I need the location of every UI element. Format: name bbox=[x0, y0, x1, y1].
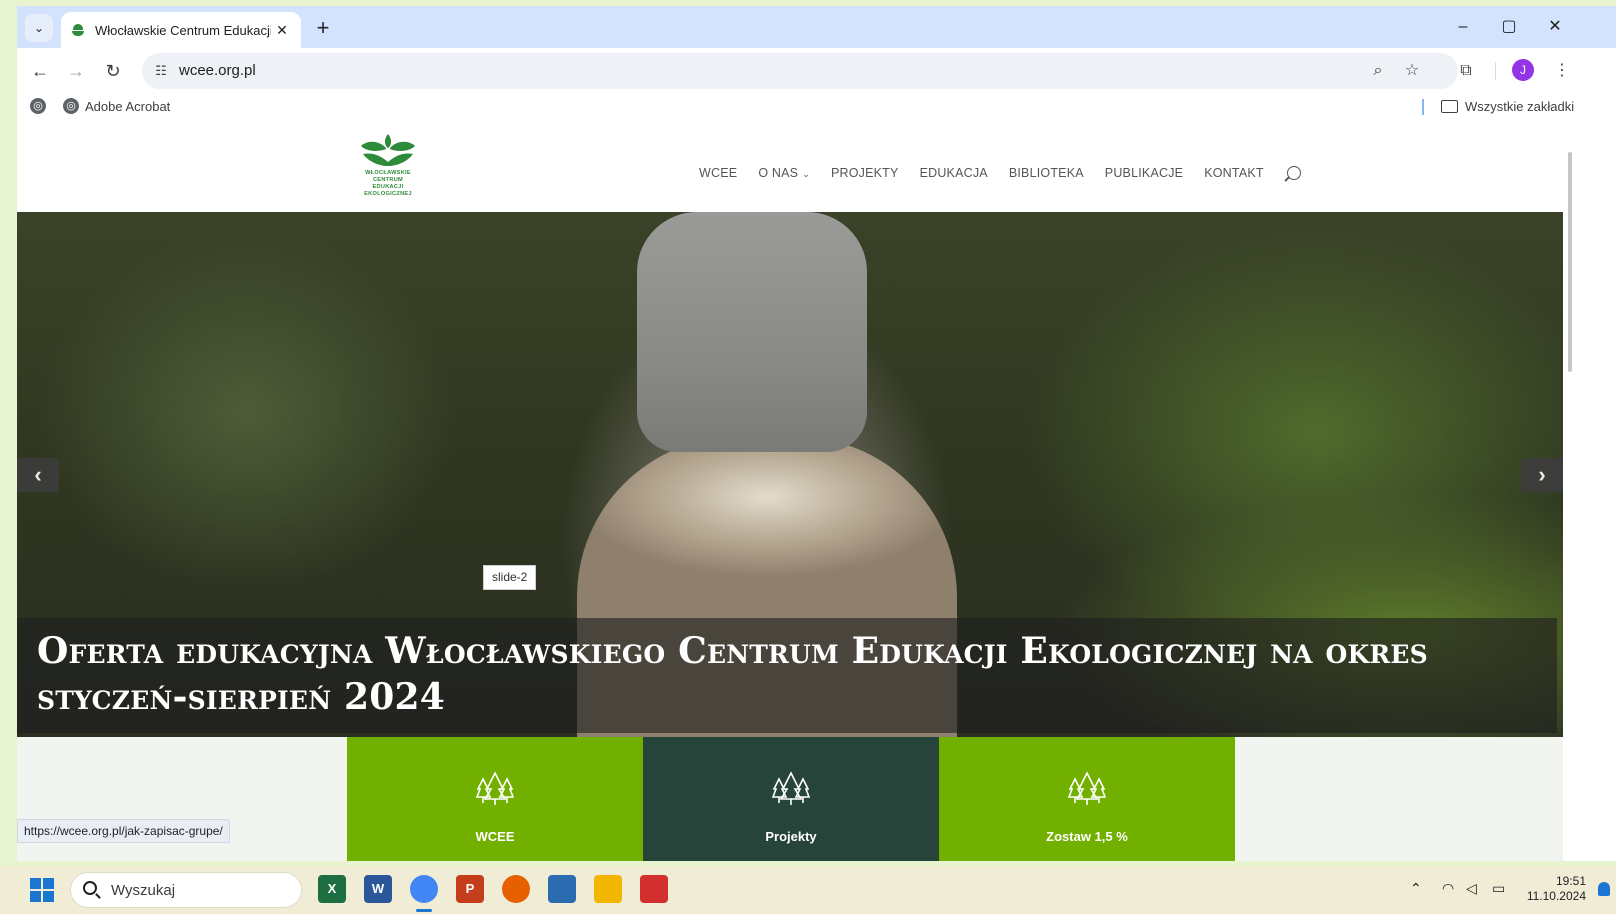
all-bookmarks-label[interactable]: Wszystkie zakładki bbox=[1465, 99, 1574, 114]
chevron-down-icon: ⌄ bbox=[33, 21, 45, 35]
browser-toolbar: ← → ↻ ☷ wcee.org.pl ⌕ ☆ ⧉ J ⋮ bbox=[17, 48, 1616, 92]
address-bar[interactable]: ☷ wcee.org.pl ⌕ ☆ bbox=[142, 53, 1458, 89]
nav-item-kontakt[interactable]: KONTAKT bbox=[1204, 166, 1264, 180]
bookmarks-bar: ◎ ◎ Adobe Acrobat Wszystkie zakładki bbox=[17, 92, 1616, 122]
acrobat-icon[interactable] bbox=[640, 875, 668, 903]
back-icon[interactable]: ← bbox=[27, 58, 53, 84]
system-clock[interactable]: 19:51 11.10.2024 bbox=[1520, 874, 1586, 904]
tile-wcee[interactable]: WCEE bbox=[347, 737, 643, 861]
logo-line: WŁOCŁAWSKIE bbox=[365, 170, 411, 176]
feature-tiles: WCEE Projekty Zostaw 1,5 % bbox=[17, 737, 1563, 861]
start-tile bbox=[30, 891, 41, 902]
hero-image-child bbox=[637, 212, 867, 452]
nav-item-publikacje[interactable]: PUBLIKACJE bbox=[1105, 166, 1183, 180]
chrome-icon[interactable] bbox=[410, 875, 438, 912]
windows-start-icon[interactable] bbox=[30, 878, 54, 902]
nav-item-wcee[interactable]: WCEE bbox=[699, 166, 737, 180]
tile-projekty[interactable]: Projekty bbox=[643, 737, 939, 861]
tile-label: WCEE bbox=[475, 829, 515, 844]
tab-title: Włocławskie Centrum Edukacji bbox=[95, 22, 271, 38]
battery-icon[interactable]: ▭ bbox=[1492, 880, 1505, 897]
maximize-icon[interactable]: ▢ bbox=[1489, 14, 1529, 40]
trees-icon bbox=[772, 771, 810, 805]
app-icon[interactable] bbox=[548, 875, 576, 903]
chevron-left-icon[interactable]: ‹ bbox=[17, 458, 59, 492]
powerpoint-icon[interactable]: P bbox=[456, 875, 484, 903]
nav-item-projekty[interactable]: PROJEKTY bbox=[831, 166, 899, 180]
trees-icon bbox=[1068, 771, 1106, 805]
taskbar-search[interactable]: Wyszukaj bbox=[70, 872, 302, 908]
bookmark-adobe-acrobat[interactable]: Adobe Acrobat bbox=[85, 99, 170, 114]
chevron-down-icon: ⌄ bbox=[802, 169, 810, 179]
nav-item-label: O NAS bbox=[758, 166, 799, 180]
url-text[interactable]: wcee.org.pl bbox=[179, 62, 256, 79]
volume-icon[interactable]: ◁ bbox=[1466, 880, 1477, 897]
start-tile bbox=[30, 878, 41, 889]
extensions-icon[interactable]: ⧉ bbox=[1455, 60, 1477, 82]
browser-tab-active[interactable]: Włocławskie Centrum Edukacji ✕ bbox=[61, 12, 301, 48]
start-tile bbox=[43, 891, 54, 902]
word-icon[interactable]: W bbox=[364, 875, 392, 903]
browser-window: ⌄ Włocławskie Centrum Edukacji ✕ + – ▢ ✕… bbox=[17, 6, 1616, 861]
profile-avatar[interactable]: J bbox=[1512, 59, 1534, 81]
logo-line: CENTRUM bbox=[372, 177, 404, 183]
tab-strip: ⌄ Włocławskie Centrum Edukacji ✕ + – ▢ ✕ bbox=[17, 6, 1616, 48]
search-icon[interactable] bbox=[1286, 166, 1301, 180]
minimize-icon[interactable]: – bbox=[1443, 14, 1483, 40]
web-page: WŁOCŁAWSKIE CENTRUM EDUKACJI EKOLOGICZNE… bbox=[17, 122, 1563, 861]
clock-date: 11.10.2024 bbox=[1526, 889, 1586, 903]
logo-text: WŁOCŁAWSKIE CENTRUM EDUKACJI EKOLOGICZNE… bbox=[357, 170, 419, 198]
close-tab-icon[interactable]: ✕ bbox=[273, 22, 291, 39]
taskbar-search-placeholder: Wyszukaj bbox=[111, 882, 176, 899]
clock-time: 19:51 bbox=[1555, 874, 1586, 888]
file-explorer-icon[interactable] bbox=[594, 875, 622, 903]
slide-tooltip: slide-2 bbox=[483, 565, 537, 590]
new-tab-button[interactable]: + bbox=[309, 15, 337, 43]
scrollbar-thumb[interactable] bbox=[1568, 152, 1572, 372]
slide-caption-text[interactable]: Oferta edukacyjna Włocławskiego Centrum … bbox=[37, 628, 1537, 720]
start-tile bbox=[43, 878, 54, 889]
slide-caption[interactable]: Oferta edukacyjna Włocławskiego Centrum … bbox=[17, 618, 1557, 733]
chevron-right-icon[interactable]: › bbox=[1521, 458, 1563, 492]
hero-slider[interactable]: ‹ › slide-2 Oferta edukacyjna Włocławski… bbox=[17, 212, 1563, 737]
bookmarks-divider bbox=[1422, 99, 1424, 115]
zoom-icon[interactable]: ⌕ bbox=[1368, 61, 1388, 81]
trees-icon bbox=[476, 771, 514, 805]
folder-icon[interactable] bbox=[1441, 100, 1458, 113]
tab-search-button[interactable]: ⌄ bbox=[25, 14, 53, 42]
nav-item-biblioteka[interactable]: BIBLIOTEKA bbox=[1009, 166, 1084, 180]
notification-bell-icon[interactable] bbox=[1598, 882, 1610, 896]
site-favicon-icon bbox=[71, 23, 85, 37]
globe-icon[interactable]: ◎ bbox=[63, 98, 79, 114]
menu-icon[interactable]: ⋮ bbox=[1551, 60, 1573, 82]
firefox-icon[interactable] bbox=[502, 875, 530, 903]
main-navigation: WCEE O NAS ⌄ PROJEKTY EDUKACJA BIBLIOTEKA… bbox=[699, 166, 1301, 180]
globe-icon[interactable]: ◎ bbox=[30, 98, 46, 114]
chevron-up-icon[interactable]: ⌃ bbox=[1410, 880, 1422, 897]
tile-zostaw[interactable]: Zostaw 1,5 % bbox=[939, 737, 1235, 861]
reload-icon[interactable]: ↻ bbox=[100, 58, 126, 84]
logo-line: EDUKACJI bbox=[372, 184, 404, 190]
close-window-icon[interactable]: ✕ bbox=[1535, 14, 1575, 40]
bookmark-star-icon[interactable]: ☆ bbox=[1402, 61, 1422, 81]
nav-item-o-nas[interactable]: O NAS ⌄ bbox=[758, 166, 810, 180]
taskbar: Wyszukaj XW P ⌃ ◠ ◁ ▭ 19:51 11.10.2024 bbox=[0, 866, 1616, 914]
wifi-icon[interactable]: ◠ bbox=[1442, 880, 1454, 897]
logo-leaves-icon bbox=[361, 134, 415, 166]
status-bar-url: https://wcee.org.pl/jak-zapisac-grupe/ bbox=[17, 819, 230, 843]
nav-item-edukacja[interactable]: EDUKACJA bbox=[920, 166, 988, 180]
search-icon bbox=[83, 881, 97, 895]
page-scrollbar[interactable] bbox=[1563, 122, 1616, 861]
site-header: WŁOCŁAWSKIE CENTRUM EDUKACJI EKOLOGICZNE… bbox=[17, 122, 1563, 212]
logo-line: EKOLOGICZNEJ bbox=[364, 191, 412, 197]
site-settings-icon[interactable]: ☷ bbox=[152, 62, 170, 80]
tile-label: Zostaw 1,5 % bbox=[1046, 829, 1128, 844]
excel-icon[interactable]: X bbox=[318, 875, 346, 903]
toolbar-divider bbox=[1495, 62, 1496, 80]
site-logo[interactable]: WŁOCŁAWSKIE CENTRUM EDUKACJI EKOLOGICZNE… bbox=[357, 132, 419, 206]
forward-icon[interactable]: → bbox=[63, 58, 89, 84]
tile-label: Projekty bbox=[765, 829, 817, 844]
